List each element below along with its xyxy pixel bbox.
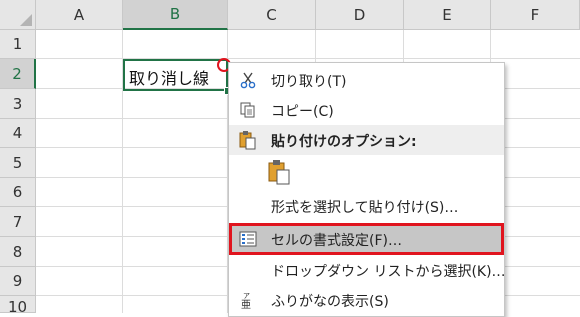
row-header-9[interactable]: 9	[0, 267, 36, 296]
menu-item-phonetic[interactable]: ア亜 ふりがなの表示(S)	[229, 285, 504, 315]
menu-item-cut-label: 切り取り(T)	[271, 74, 347, 90]
menu-item-phonetic-label: ふりがなの表示(S)	[271, 294, 389, 310]
row-header-8[interactable]: 8	[0, 237, 36, 267]
column-header-d[interactable]: D	[316, 0, 404, 30]
scissors-icon	[237, 70, 259, 90]
column-header-b[interactable]: B	[123, 0, 228, 30]
spreadsheet: A B C D E F 1 2 3 4 5 6 7 8 9 10 取り消し線 切…	[0, 0, 580, 317]
paste-options-header: 貼り付けのオプション:	[229, 125, 504, 155]
menu-item-paste-special[interactable]: 形式を選択して貼り付け(S)…	[229, 191, 504, 221]
menu-item-dropdown-list-label: ドロップダウン リストから選択(K)…	[271, 264, 506, 280]
column-header-a[interactable]: A	[36, 0, 123, 30]
select-all-corner[interactable]	[0, 0, 36, 30]
menu-item-paste-special-label: 形式を選択して貼り付け(S)…	[271, 200, 459, 216]
row-header-3[interactable]: 3	[0, 89, 36, 119]
copy-icon	[237, 100, 259, 120]
column-header-e[interactable]: E	[404, 0, 491, 30]
menu-item-copy[interactable]: コピー(C)	[229, 95, 504, 125]
phonetic-icon: ア亜	[237, 290, 259, 310]
row-header-10[interactable]: 10	[0, 296, 36, 316]
paste-options-header-label: 貼り付けのオプション:	[271, 134, 417, 150]
svg-text:亜: 亜	[241, 300, 251, 309]
row-header-7[interactable]: 7	[0, 207, 36, 237]
paste-button-icon[interactable]	[267, 159, 293, 185]
active-cell-b2[interactable]: 取り消し線	[123, 59, 228, 91]
row-header-6[interactable]: 6	[0, 178, 36, 207]
context-menu: 切り取り(T) コピー(C) 貼り付けのオプション: 形式を選択して貼り付け(S…	[228, 62, 506, 317]
red-highlight-box	[229, 223, 504, 255]
svg-text:ア: ア	[243, 292, 250, 300]
menu-item-dropdown-list[interactable]: ドロップダウン リストから選択(K)…	[229, 255, 506, 285]
row-header-4[interactable]: 4	[0, 119, 36, 148]
menu-item-copy-label: コピー(C)	[271, 104, 334, 120]
menu-item-cut[interactable]: 切り取り(T)	[229, 65, 504, 95]
column-header-f[interactable]: F	[491, 0, 580, 30]
column-header-c[interactable]: C	[228, 0, 316, 30]
gridline	[36, 58, 580, 59]
row-header-1[interactable]: 1	[0, 30, 36, 59]
row-header-2[interactable]: 2	[0, 59, 36, 89]
select-all-triangle-icon	[20, 14, 32, 26]
row-header-5[interactable]: 5	[0, 148, 36, 178]
cell-b2-text: 取り消し線	[129, 69, 210, 88]
clipboard-icon	[237, 130, 259, 150]
